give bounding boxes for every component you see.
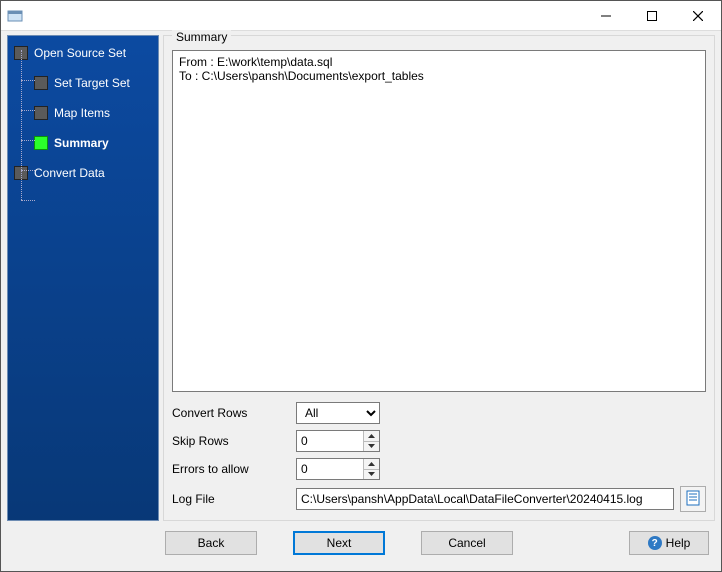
options-form: Convert Rows All Skip Rows <box>172 402 706 512</box>
row-log-file: Log File <box>172 486 706 512</box>
help-icon: ? <box>648 536 662 550</box>
back-button[interactable]: Back <box>165 531 257 555</box>
step-node-icon <box>34 76 48 90</box>
browse-log-button[interactable] <box>680 486 706 512</box>
step-label: Set Target Set <box>54 76 130 90</box>
spin-up-button[interactable] <box>364 459 379 469</box>
label-convert-rows: Convert Rows <box>172 406 296 420</box>
spin-buttons <box>363 459 379 479</box>
cancel-button[interactable]: Cancel <box>421 531 513 555</box>
client-area: Open Source Set Set Target Set Map Items… <box>1 31 721 571</box>
app-icon <box>7 8 23 24</box>
step-label: Convert Data <box>34 166 105 180</box>
step-label: Summary <box>54 136 109 150</box>
step-node-icon <box>34 106 48 120</box>
next-button[interactable]: Next <box>293 531 385 555</box>
tree-connector <box>21 50 22 200</box>
document-icon <box>685 490 701 509</box>
titlebar-left <box>1 8 23 24</box>
row-convert-rows: Convert Rows All <box>172 402 706 424</box>
wizard-sidebar: Open Source Set Set Target Set Map Items… <box>7 35 159 521</box>
input-skip-rows[interactable] <box>297 431 363 451</box>
minimize-button[interactable] <box>583 1 629 31</box>
row-errors-allow: Errors to allow <box>172 458 706 480</box>
step-set-target-set[interactable]: Set Target Set <box>8 72 158 94</box>
spin-buttons <box>363 431 379 451</box>
maximize-button[interactable] <box>629 1 675 31</box>
spin-down-button[interactable] <box>364 469 379 480</box>
spinner-errors-allow[interactable] <box>296 458 380 480</box>
step-map-items[interactable]: Map Items <box>8 102 158 124</box>
wizard-button-row: Back Next Cancel ? Help <box>7 521 715 565</box>
step-label: Map Items <box>54 106 110 120</box>
app-window: Open Source Set Set Target Set Map Items… <box>0 0 722 572</box>
input-log-file[interactable] <box>296 488 674 510</box>
titlebar <box>1 1 721 31</box>
main-row: Open Source Set Set Target Set Map Items… <box>7 35 715 521</box>
close-button[interactable] <box>675 1 721 31</box>
step-label: Open Source Set <box>34 46 126 60</box>
help-button[interactable]: ? Help <box>629 531 709 555</box>
spinner-skip-rows[interactable] <box>296 430 380 452</box>
step-open-source-set[interactable]: Open Source Set <box>8 42 158 64</box>
summary-textarea[interactable]: From : E:\work\temp\data.sql To : C:\Use… <box>172 50 706 392</box>
group-title: Summary <box>172 30 231 44</box>
label-skip-rows: Skip Rows <box>172 434 296 448</box>
row-skip-rows: Skip Rows <box>172 430 706 452</box>
input-errors-allow[interactable] <box>297 459 363 479</box>
content-pane: Summary From : E:\work\temp\data.sql To … <box>163 35 715 521</box>
spin-up-button[interactable] <box>364 431 379 441</box>
window-controls <box>583 1 721 31</box>
summary-group: Summary From : E:\work\temp\data.sql To … <box>163 35 715 521</box>
spin-down-button[interactable] <box>364 441 379 452</box>
step-convert-data[interactable]: Convert Data <box>8 162 158 184</box>
label-log-file: Log File <box>172 492 296 506</box>
step-node-active-icon <box>34 136 48 150</box>
label-errors-allow: Errors to allow <box>172 462 296 476</box>
step-summary[interactable]: Summary <box>8 132 158 154</box>
select-convert-rows[interactable]: All <box>296 402 380 424</box>
